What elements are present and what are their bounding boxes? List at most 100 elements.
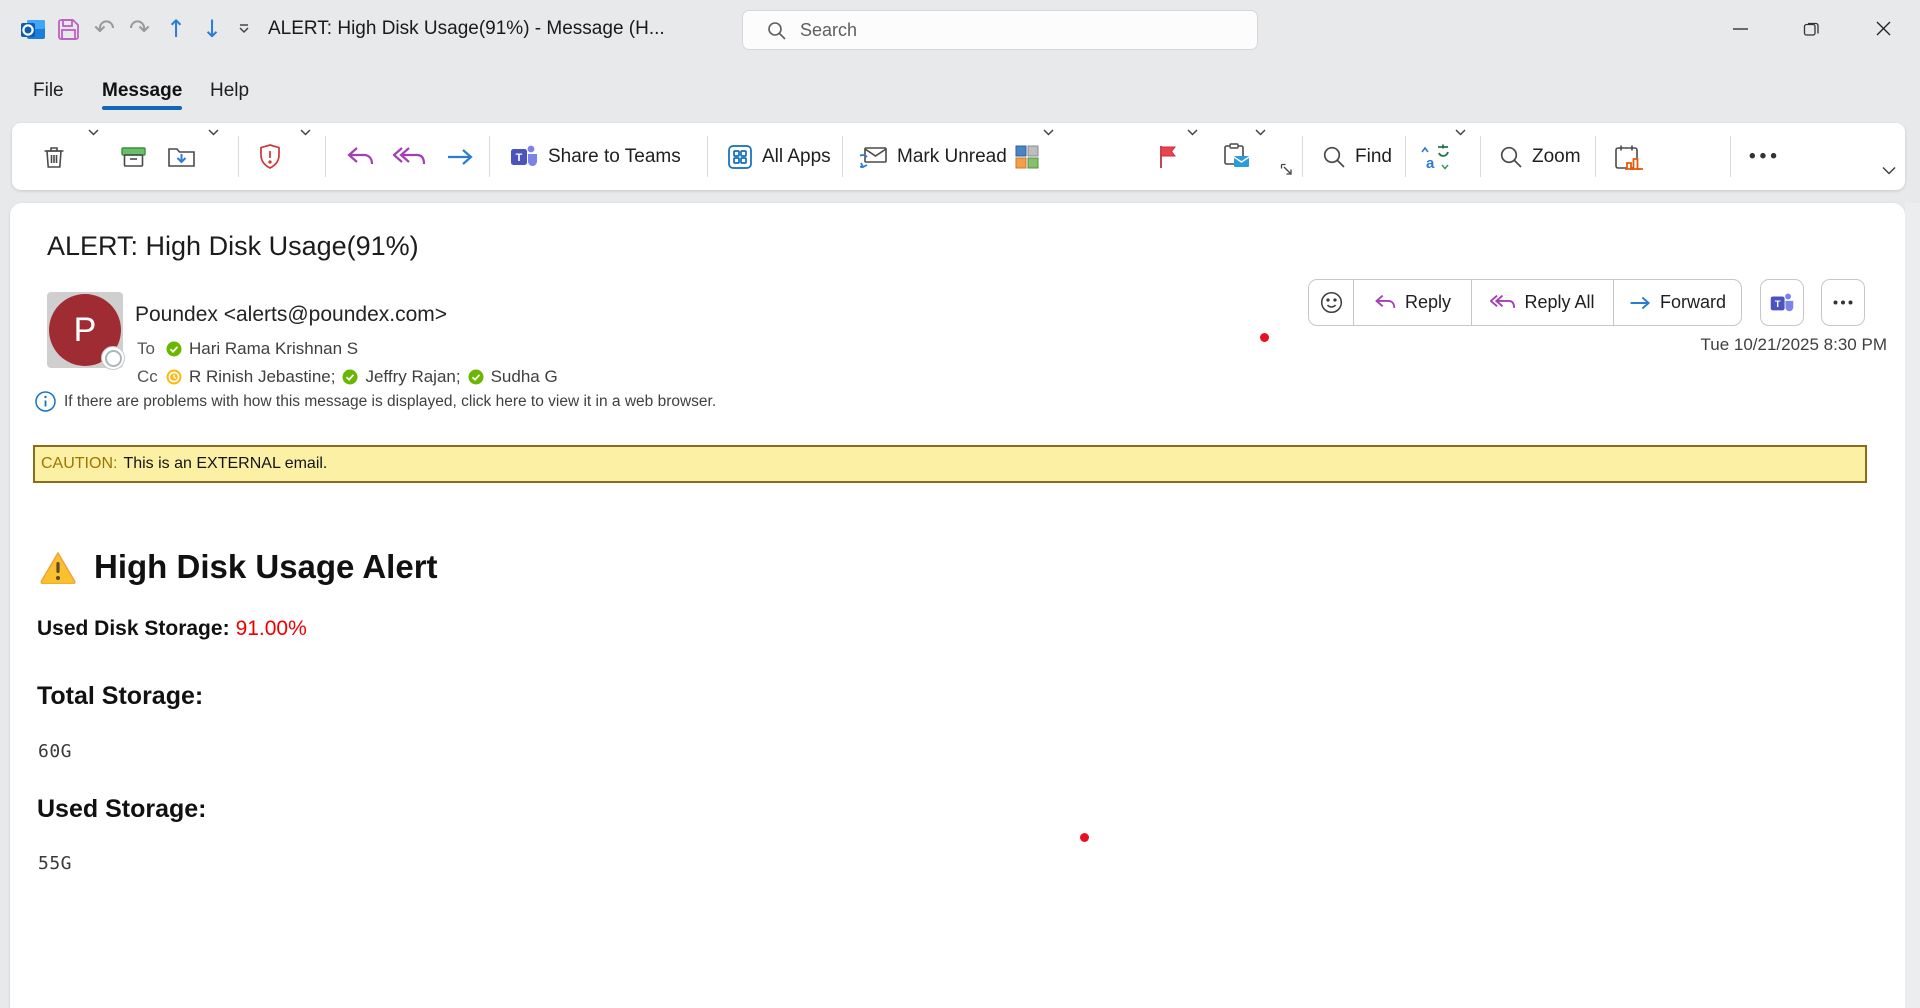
reply-all-button[interactable] (393, 123, 425, 190)
all-apps-icon (727, 144, 753, 170)
share-to-teams-button[interactable]: T Share to Teams (509, 123, 681, 190)
delete-dropdown-chevron-icon[interactable] (88, 123, 99, 190)
flag-icon (1158, 144, 1178, 169)
sender-avatar[interactable]: P (47, 292, 123, 368)
more-actions-button[interactable] (1821, 279, 1865, 326)
message-options-button[interactable] (1223, 123, 1251, 190)
reply-all-icon (393, 146, 425, 168)
move-down-icon[interactable]: ↓ (202, 18, 222, 40)
search-box[interactable] (742, 10, 1258, 50)
used-storage-value: 55G (38, 853, 72, 874)
report-message-button[interactable] (258, 123, 282, 190)
share-teams-action-button[interactable]: T (1760, 279, 1804, 326)
menu-file[interactable]: File (33, 80, 64, 102)
tags-dialog-launcher-icon[interactable] (1280, 163, 1293, 181)
translate-button[interactable]: a (1420, 123, 1450, 190)
message-timestamp: Tue 10/21/2025 8:30 PM (1700, 335, 1887, 355)
follow-up-flag-button[interactable] (1158, 123, 1178, 190)
cc-recipients-row: Cc R Rinish Jebastine; Jeffry Rajan; Sud… (137, 367, 558, 387)
cc-recipient[interactable]: Sudha G (491, 367, 558, 387)
svg-text:T: T (1775, 298, 1781, 309)
customize-qat-chevron-icon[interactable] (238, 24, 250, 34)
warning-icon (40, 551, 76, 584)
cc-recipient[interactable]: Jeffry Rajan; (365, 367, 460, 387)
body-heading: High Disk Usage Alert (40, 548, 438, 586)
ribbon-divider (1480, 136, 1481, 177)
find-button[interactable]: Find (1322, 123, 1392, 190)
total-storage-heading: Total Storage: (37, 682, 203, 711)
zoom-icon (1499, 145, 1523, 169)
body-heading-text: High Disk Usage Alert (94, 548, 438, 586)
reply-all-action-button[interactable]: Reply All (1471, 280, 1613, 325)
display-problems-text: If there are problems with how this mess… (64, 393, 716, 411)
move-up-icon[interactable]: ↑ (166, 18, 186, 40)
forward-action-button[interactable]: Forward (1613, 280, 1741, 325)
to-recipient[interactable]: Hari Rama Krishnan S (189, 339, 358, 359)
viva-insights-button[interactable] (1614, 123, 1644, 190)
message-reading-pane: ALERT: High Disk Usage(91%) P Poundex <a… (10, 203, 1905, 1008)
security-shield-icon (258, 143, 282, 170)
all-apps-button[interactable]: All Apps (727, 123, 831, 190)
message-options-icon (1223, 143, 1251, 170)
to-recipients-row: To Hari Rama Krishnan S (137, 339, 358, 359)
zoom-button[interactable]: Zoom (1499, 123, 1581, 190)
ribbon-divider (238, 136, 239, 177)
scrollbar-gutter[interactable] (1905, 203, 1920, 1008)
save-icon[interactable] (57, 18, 80, 41)
categorize-button[interactable] (1015, 123, 1039, 190)
teams-icon: T (509, 143, 539, 170)
mark-unread-icon (860, 144, 888, 170)
reply-action-button[interactable]: Reply (1353, 280, 1471, 325)
presence-available-icon (342, 369, 358, 385)
search-input[interactable] (800, 20, 1200, 41)
cc-recipient[interactable]: R Rinish Jebastine; (189, 367, 335, 387)
red-dot-marker (1260, 333, 1269, 342)
ribbon-divider (1730, 136, 1731, 177)
flag-chevron-icon[interactable] (1187, 123, 1198, 190)
translate-chevron-icon[interactable] (1455, 123, 1466, 190)
move-dropdown-chevron-icon[interactable] (208, 123, 219, 190)
report-dropdown-chevron-icon[interactable] (300, 123, 311, 190)
move-to-folder-button[interactable] (167, 123, 197, 190)
archive-button[interactable] (120, 123, 147, 190)
find-icon (1322, 145, 1346, 169)
ribbon-divider (325, 136, 326, 177)
share-to-teams-label: Share to Teams (548, 146, 681, 168)
ribbon-divider (489, 136, 490, 177)
external-email-caution-banner: CAUTION: This is an EXTERNAL email. (33, 445, 1867, 483)
mark-unread-button[interactable]: Mark Unread (860, 123, 1007, 190)
forward-button[interactable] (446, 123, 474, 190)
svg-text:a: a (1426, 155, 1435, 170)
delete-button[interactable] (42, 123, 66, 190)
archive-icon (120, 144, 147, 170)
menu-message[interactable]: Message (102, 80, 182, 102)
display-problems-banner[interactable]: If there are problems with how this mess… (35, 391, 716, 412)
cc-label: Cc (137, 367, 159, 387)
presence-available-icon (468, 369, 484, 385)
move-folder-icon (167, 144, 197, 170)
minimize-button[interactable] (1717, 0, 1763, 57)
close-button[interactable] (1860, 0, 1906, 57)
more-commands-button[interactable]: ••• (1749, 123, 1781, 190)
red-dot-marker (1080, 833, 1089, 842)
restore-button[interactable] (1788, 0, 1834, 57)
options-chevron-icon[interactable] (1255, 123, 1266, 190)
undo-icon: ↶ (94, 18, 115, 40)
reply-all-label: Reply All (1524, 292, 1594, 313)
reactions-button[interactable] (1309, 280, 1353, 325)
categorize-chevron-icon[interactable] (1043, 123, 1054, 190)
reply-button[interactable] (346, 123, 374, 190)
collapse-ribbon-chevron-icon[interactable] (1882, 162, 1896, 180)
reply-icon (346, 146, 374, 168)
ellipsis-icon: ••• (1749, 146, 1781, 168)
sender-name[interactable]: Poundex <alerts@poundex.com> (135, 303, 447, 327)
categorize-icon (1015, 145, 1039, 169)
message-action-bar: Reply Reply All Forward (1308, 279, 1742, 326)
ribbon-divider (842, 136, 843, 177)
svg-text:T: T (516, 152, 523, 164)
ribbon-divider (1302, 136, 1303, 177)
outlook-app-icon (21, 18, 46, 42)
search-icon (767, 21, 786, 40)
forward-icon (446, 147, 474, 167)
menu-help[interactable]: Help (210, 80, 249, 102)
